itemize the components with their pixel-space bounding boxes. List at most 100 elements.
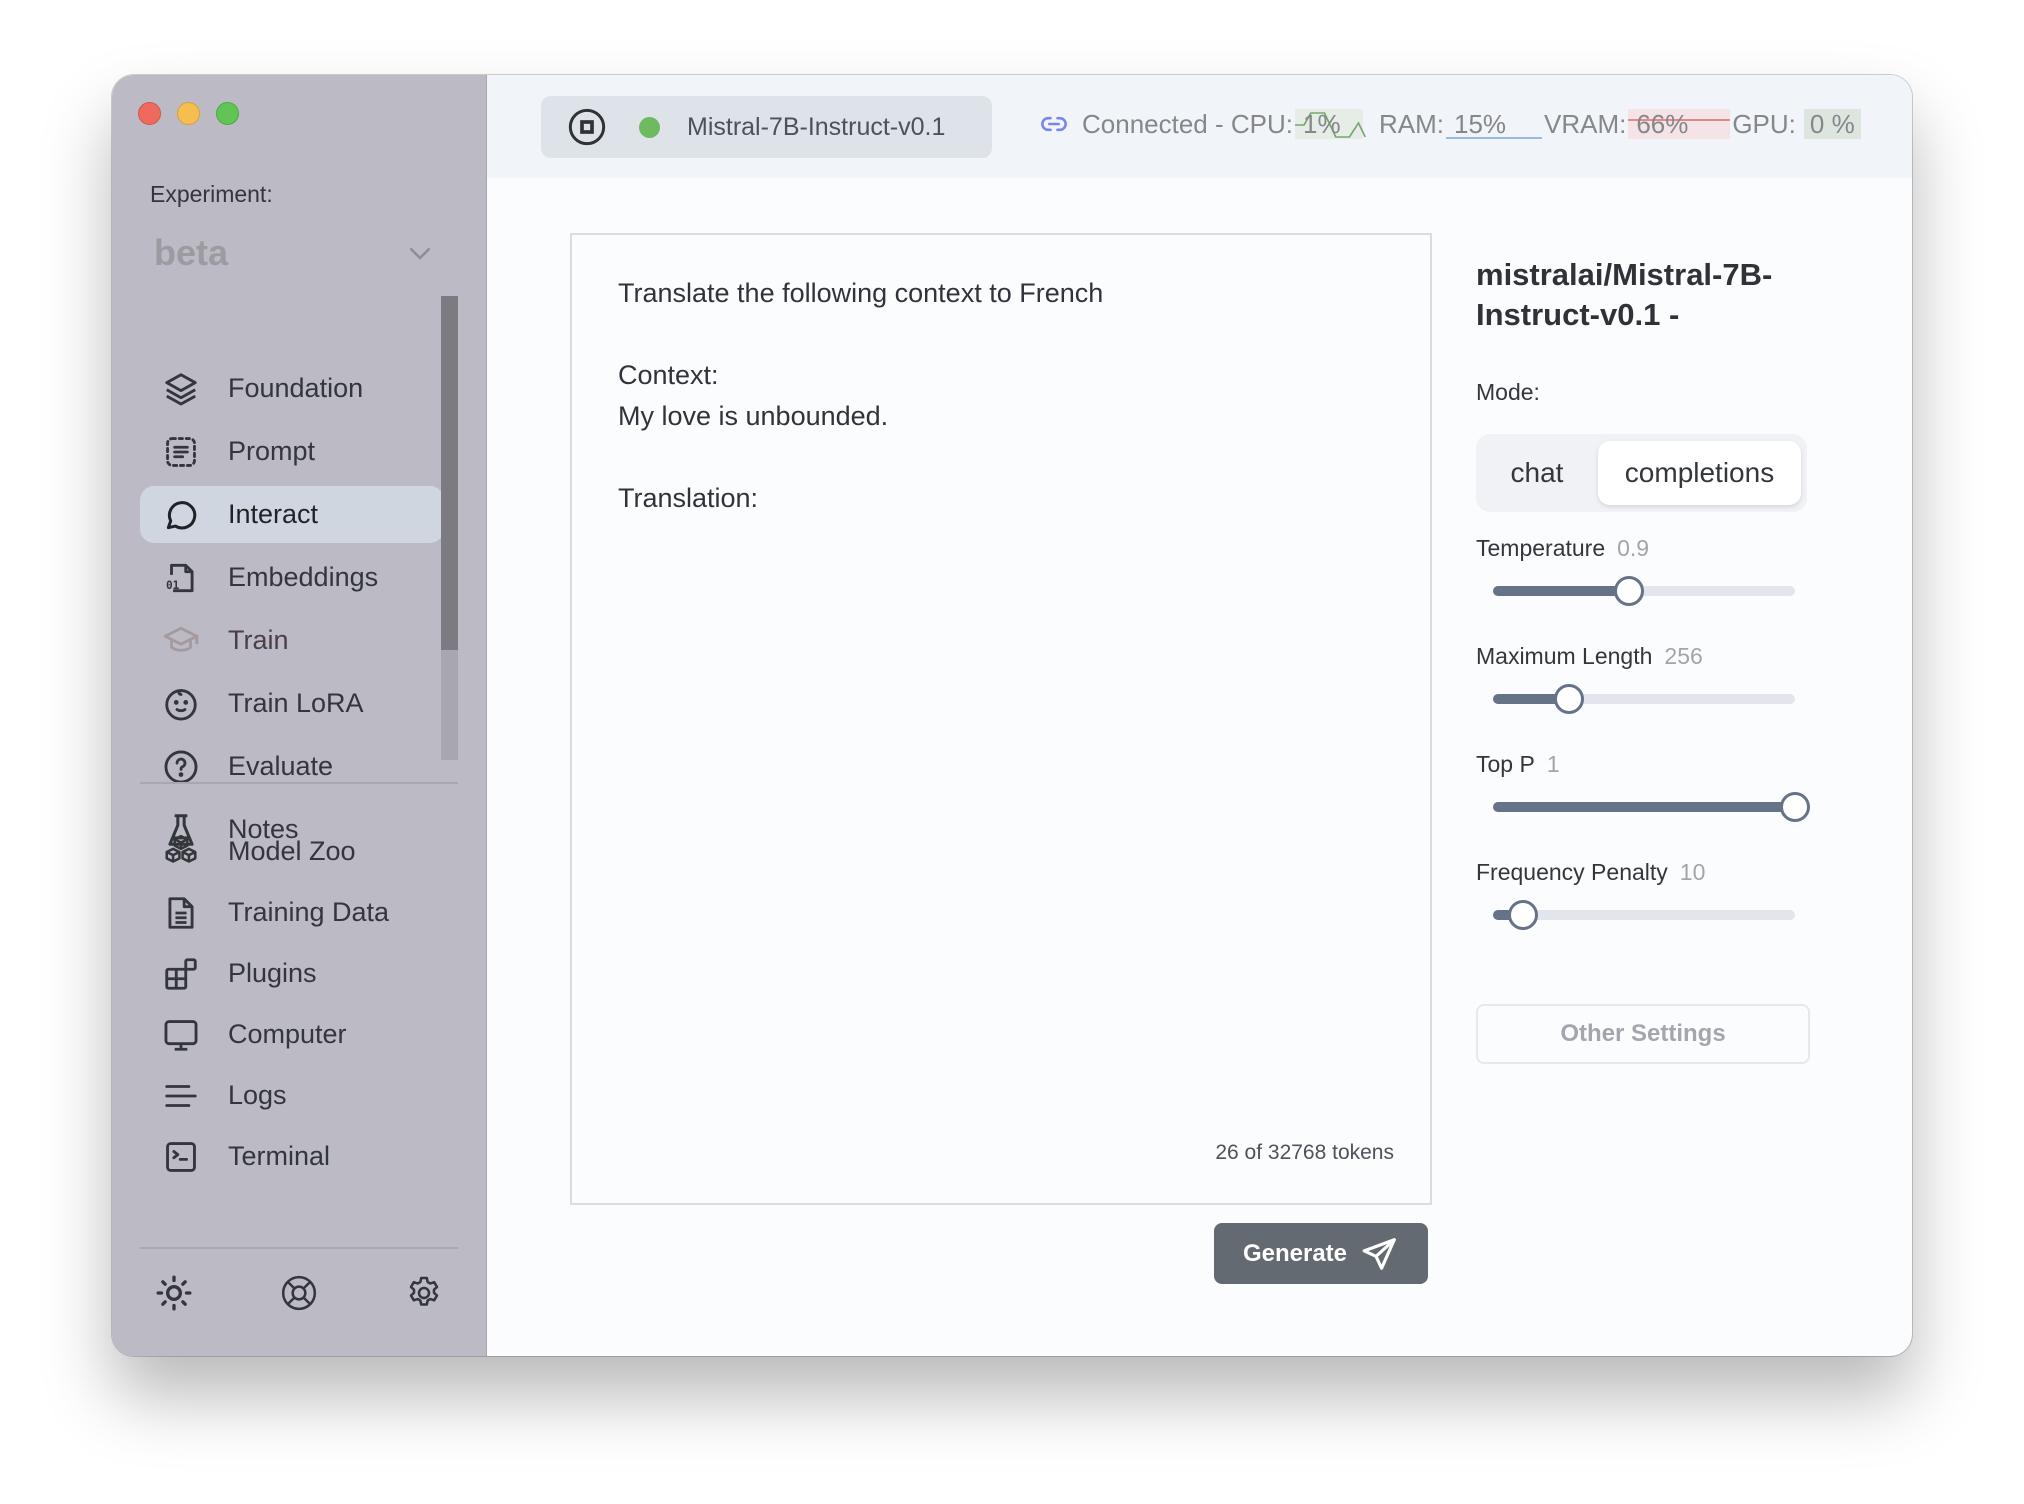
ram-value: 15% — [1453, 109, 1507, 139]
sidebar-footer — [140, 1271, 458, 1315]
sidebar-item-train-lora[interactable]: Train LoRA — [140, 675, 444, 732]
slider-track[interactable] — [1493, 910, 1795, 920]
slider-group-top-p: Top P 1 — [1476, 748, 1816, 836]
link-icon — [1041, 116, 1067, 132]
sidebar-item-embeddings[interactable]: 01 Embeddings — [140, 549, 444, 606]
status-dot — [639, 116, 660, 138]
sidebar-item-terminal[interactable]: Terminal — [140, 1129, 444, 1184]
slider-group-maximum-length: Maximum Length 256 — [1476, 640, 1816, 728]
sidebar-item-evaluate[interactable]: Evaluate — [140, 738, 444, 795]
slider-handle[interactable] — [1553, 684, 1584, 714]
sidebar-item-label: Model Zoo — [228, 836, 356, 866]
sidebar-item-label: Plugins — [228, 958, 317, 988]
close-button[interactable] — [138, 102, 161, 125]
generate-label: Generate — [1242, 1239, 1348, 1267]
minimize-button[interactable] — [177, 102, 200, 125]
sidebar-item-label: Training Data — [228, 897, 390, 927]
sidebar-item-label: Terminal — [228, 1141, 331, 1171]
vram-value: 66% — [1636, 109, 1689, 139]
vram-sparkline: 66% — [1628, 109, 1731, 139]
experiment-select[interactable]: beta — [150, 225, 435, 281]
sidebar-item-foundation[interactable]: Foundation — [140, 360, 444, 417]
slider[interactable] — [1493, 564, 1795, 620]
sidebar-item-interact[interactable]: Interact — [140, 486, 444, 543]
prompt-icon — [162, 433, 200, 471]
sidebar-item-label: Prompt — [228, 436, 316, 466]
slider-name: Frequency Penalty — [1476, 859, 1668, 885]
slider-name: Maximum Length — [1476, 643, 1653, 669]
sidebar-item-label: Embeddings — [228, 562, 379, 592]
slider-handle[interactable] — [1780, 792, 1810, 822]
mode-completions[interactable]: completions — [1598, 441, 1801, 505]
model-status-pill: Mistral-7B-Instruct-v0.1 — [541, 96, 992, 158]
lifebuoy-icon[interactable] — [277, 1271, 321, 1315]
mode-chat[interactable]: chat — [1476, 441, 1598, 505]
slider-label: Temperature 0.9 — [1476, 532, 1816, 564]
slider-fill — [1493, 586, 1629, 596]
token-count: 26 of 32768 tokens — [1215, 1141, 1394, 1164]
document-icon — [162, 894, 200, 932]
prompt-text[interactable]: Translate the following context to Frenc… — [618, 273, 1390, 519]
sidebar-scrollbar[interactable] — [441, 296, 458, 760]
plugins-icon — [162, 955, 200, 993]
mode-toggle: chat completions — [1476, 434, 1807, 512]
sun-icon[interactable] — [152, 1271, 196, 1315]
slider-value: 256 — [1664, 643, 1703, 669]
chat-bubble-icon — [162, 496, 200, 534]
sidebar-divider — [140, 782, 458, 784]
generate-button[interactable]: Generate — [1214, 1223, 1428, 1284]
slider-name: Top P — [1476, 751, 1535, 777]
lines-icon — [162, 1077, 200, 1115]
top-bar: Mistral-7B-Instruct-v0.1 Connected - CPU… — [487, 75, 1912, 178]
sidebar-item-plugins[interactable]: Plugins — [140, 946, 444, 1001]
slider-fill — [1493, 802, 1795, 812]
scrollbar-thumb[interactable] — [441, 296, 458, 650]
gear-icon[interactable] — [402, 1271, 446, 1315]
sidebar-item-model-zoo[interactable]: Model Zoo — [140, 824, 444, 879]
window-controls — [138, 102, 239, 125]
sidebar: Experiment: beta Foundation Prompt Inter… — [112, 75, 487, 1356]
slider-value: 1 — [1546, 751, 1560, 777]
sidebar-item-label: Train — [228, 625, 289, 655]
chevron-down-icon — [410, 248, 430, 260]
slider-value: 0.9 — [1617, 535, 1650, 561]
model-title: mistralai/Mistral-7B-Instruct-v0.1 - — [1476, 257, 1773, 332]
question-circle-icon — [162, 748, 200, 786]
sidebar-item-computer[interactable]: Computer — [140, 1007, 444, 1062]
sidebar-item-prompt[interactable]: Prompt — [140, 423, 444, 480]
slider-name: Temperature — [1476, 535, 1606, 561]
svg-text:01: 01 — [166, 579, 180, 592]
sidebar-item-label: Evaluate — [228, 751, 334, 781]
sidebar-item-label: Foundation — [228, 373, 364, 403]
slider-handle[interactable] — [1508, 900, 1539, 930]
sidebar-item-label: Logs — [228, 1080, 287, 1110]
sidebar-item-logs[interactable]: Logs — [140, 1068, 444, 1123]
sidebar-item-train[interactable]: Train — [140, 612, 444, 669]
binary-file-icon: 01 — [162, 559, 200, 597]
sidebar-item-training-data[interactable]: Training Data — [140, 885, 444, 940]
sidebar-divider — [140, 1247, 458, 1249]
gpu-value: 0 % — [1803, 109, 1861, 139]
maximize-button[interactable] — [216, 102, 239, 125]
model-name: Mistral-7B-Instruct-v0.1 — [687, 112, 946, 141]
slider[interactable] — [1493, 780, 1810, 836]
slider[interactable] — [1493, 888, 1795, 944]
vram-label: VRAM: — [1543, 108, 1627, 139]
monitor-icon — [162, 1016, 200, 1054]
slider-value: 10 — [1679, 859, 1706, 885]
prompt-editor[interactable]: Translate the following context to Frenc… — [570, 233, 1432, 1205]
slider-handle[interactable] — [1613, 576, 1644, 606]
send-icon — [1362, 1237, 1396, 1270]
other-settings-button[interactable]: Other Settings — [1476, 1004, 1810, 1064]
experiment-label: Experiment: — [150, 181, 273, 207]
stop-icon[interactable] — [567, 107, 607, 147]
sidebar-item-label: Train LoRA — [228, 688, 364, 718]
sidebar-nav: Foundation Prompt Interact 01 Embeddings… — [140, 360, 444, 864]
cubes-icon — [162, 833, 200, 871]
ram-label: RAM: — [1378, 108, 1444, 139]
cpu-sparkline: 1% — [1294, 109, 1367, 139]
slider-label: Maximum Length 256 — [1476, 640, 1816, 672]
sidebar-item-label: Computer — [228, 1019, 347, 1049]
slider[interactable] — [1493, 672, 1795, 728]
experiment-value: beta — [154, 232, 229, 273]
